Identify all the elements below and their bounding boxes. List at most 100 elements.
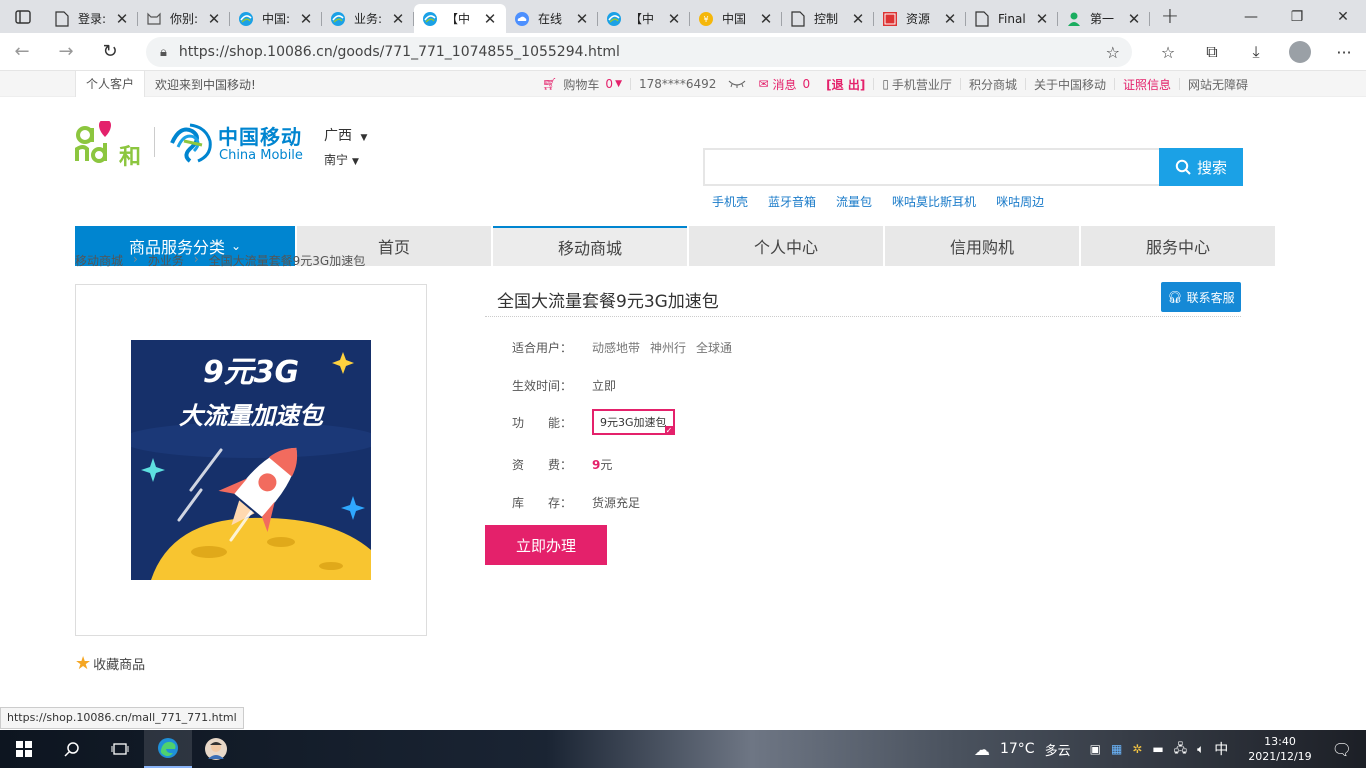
browser-tab[interactable]: 【中 ✕ <box>414 4 506 33</box>
cart-link[interactable]: 🛒︎ 购物车 0 ▼ <box>534 76 630 93</box>
welcome-text: 欢迎来到中国移动! <box>155 77 256 92</box>
messages-link[interactable]: ✉ 消息 0 <box>750 76 818 93</box>
accessibility-link[interactable]: 网站无障碍 <box>1180 76 1256 93</box>
status-url: https://shop.10086.cn/mall_771_771.html <box>0 707 244 729</box>
personal-customer-link[interactable]: 个人客户 <box>75 71 146 97</box>
weather-temp[interactable]: 17°C <box>1000 741 1035 757</box>
clock[interactable]: 13:40 2021/12/19 <box>1243 734 1316 764</box>
windows-start-icon[interactable] <box>0 730 48 768</box>
nav-item[interactable]: 移动商城 <box>493 226 687 266</box>
close-tab-icon[interactable]: ✕ <box>114 10 130 28</box>
close-tab-icon[interactable]: ✕ <box>850 10 866 28</box>
close-tab-icon[interactable]: ✕ <box>206 10 222 28</box>
function-option[interactable]: 9元3G加速包 <box>592 409 675 435</box>
forward-button[interactable]: → <box>44 33 88 71</box>
china-mobile-logo[interactable]: 中国移动 China Mobile <box>168 121 318 165</box>
more-menu-icon[interactable]: ··· <box>1322 43 1366 62</box>
logout-link[interactable]: [退 出] <box>818 76 873 93</box>
contact-service-button[interactable]: 🎧︎ 联系客服 <box>1161 282 1241 312</box>
search-input[interactable] <box>705 150 1161 184</box>
fee-unit: 元 <box>600 458 613 472</box>
tray-app3-icon[interactable]: ✲ <box>1132 742 1142 756</box>
doc-icon <box>54 10 70 27</box>
app-avatar-icon[interactable] <box>192 730 240 768</box>
volume-icon[interactable]: 🔈︎ <box>1197 742 1204 757</box>
browser-tab[interactable]: 登录: ✕ <box>46 4 138 33</box>
edge-icon[interactable] <box>144 730 192 768</box>
close-tab-icon[interactable]: ✕ <box>1034 10 1050 28</box>
svg-text:¥: ¥ <box>703 15 708 24</box>
browser-tab[interactable]: 控制 ✕ <box>782 4 874 33</box>
new-tab-button[interactable]: + <box>1150 4 1190 29</box>
browser-tab[interactable]: 资源 ✕ <box>874 4 966 33</box>
close-tab-icon[interactable]: ✕ <box>666 10 682 28</box>
points-mall-link[interactable]: 积分商城 <box>961 76 1025 93</box>
tray-app4-icon[interactable]: ▬ <box>1152 742 1163 756</box>
browser-tab[interactable]: 第一 ✕ <box>1058 4 1150 33</box>
browser-tab[interactable]: 你别: ✕ <box>138 4 230 33</box>
downloads-icon[interactable]: ⤓ <box>1234 42 1278 62</box>
address-bar[interactable]: 🔒︎ https://shop.10086.cn/goods/771_771_1… <box>146 37 1132 67</box>
users-list: 动感地带 神州行 全球通 <box>592 339 742 356</box>
about-link[interactable]: 关于中国移动 <box>1026 76 1114 93</box>
browser-tab[interactable]: 在线 ✕ <box>506 4 598 33</box>
tab-actions-icon[interactable] <box>0 0 46 33</box>
close-tab-icon[interactable]: ✕ <box>390 10 406 28</box>
favorites-icon[interactable]: ☆ <box>1146 43 1190 62</box>
city-chevron-icon: ▼ <box>352 157 359 167</box>
search-button[interactable]: 搜索 <box>1159 148 1243 186</box>
buy-now-button[interactable]: 立即办理 <box>485 525 607 565</box>
back-button[interactable]: ← <box>0 33 44 71</box>
hot-word-link[interactable]: 咪咕周边 <box>996 193 1044 210</box>
close-tab-icon[interactable]: ✕ <box>482 10 498 28</box>
close-tab-icon[interactable]: ✕ <box>758 10 774 28</box>
close-tab-icon[interactable]: ✕ <box>298 10 314 28</box>
nav-item[interactable]: 服务中心 <box>1081 226 1275 266</box>
close-tab-icon[interactable]: ✕ <box>574 10 590 28</box>
weather-desc[interactable]: 多云 <box>1045 740 1071 759</box>
network-icon[interactable]: 🖧︎ <box>1174 739 1187 760</box>
close-tab-icon[interactable]: ✕ <box>942 10 958 28</box>
and-logo-text: 和 <box>119 145 142 170</box>
tray-app-icon[interactable]: ▣ <box>1090 742 1101 756</box>
hot-word-link[interactable]: 流量包 <box>836 193 872 210</box>
hot-word-link[interactable]: 咪咕莫比斯耳机 <box>892 193 976 210</box>
search-button-label: 搜索 <box>1196 158 1227 177</box>
notification-icon[interactable]: 🗨︎ <box>1332 740 1352 759</box>
hide-eye-icon[interactable] <box>724 79 750 89</box>
task-view-icon[interactable] <box>96 730 144 768</box>
restore-icon[interactable]: ❐ <box>1274 0 1320 33</box>
close-tab-icon[interactable]: ✕ <box>1126 10 1142 28</box>
license-link[interactable]: 证照信息 <box>1115 76 1179 93</box>
mobile-hall-link[interactable]: ▯ 手机营业厅 <box>874 76 960 93</box>
minimize-icon[interactable]: — <box>1228 0 1274 33</box>
collections-icon[interactable]: ⧉ <box>1190 42 1234 62</box>
browser-tab[interactable]: 【中 ✕ <box>598 4 690 33</box>
product-image[interactable]: 9元3G 大流量加速包 <box>131 340 371 580</box>
ime-indicator[interactable]: 中 <box>1214 739 1228 759</box>
breadcrumb-item[interactable]: 办业务 <box>148 252 184 269</box>
cloud-weather-icon[interactable]: ☁ <box>974 740 990 759</box>
search-icon[interactable] <box>48 730 96 768</box>
collect-product-link[interactable]: ★ 收藏商品 <box>75 653 145 674</box>
city-selector[interactable]: 南宁 ▼ <box>324 151 367 168</box>
service-button-label: 联系客服 <box>1186 290 1235 305</box>
browser-tab[interactable]: 业务: ✕ <box>322 4 414 33</box>
refresh-button[interactable]: ↻ <box>88 33 132 71</box>
add-favorite-icon[interactable]: ☆ <box>1106 43 1120 62</box>
nav-item[interactable]: 个人中心 <box>689 226 883 266</box>
hot-word-link[interactable]: 手机壳 <box>712 193 748 210</box>
browser-tab[interactable]: Final ✕ <box>966 4 1058 33</box>
tray-app2-icon[interactable]: ▦ <box>1111 742 1122 756</box>
nav-item[interactable]: 信用购机 <box>885 226 1079 266</box>
hot-word-link[interactable]: 蓝牙音箱 <box>768 193 816 210</box>
and-logo[interactable]: 和 <box>75 119 145 170</box>
browser-tab[interactable]: 中国: ✕ <box>230 4 322 33</box>
phone-number[interactable]: 178****6492 <box>631 77 724 91</box>
breadcrumb-item[interactable]: 移动商城 <box>75 252 123 269</box>
lock-icon[interactable]: 🔒︎ <box>160 45 167 60</box>
browser-tab[interactable]: ¥ 中国 ✕ <box>690 4 782 33</box>
region-selector[interactable]: 广西 ▼ 南宁 ▼ <box>324 125 367 168</box>
close-window-icon[interactable]: ✕ <box>1320 0 1366 33</box>
profile-avatar[interactable] <box>1289 41 1311 63</box>
